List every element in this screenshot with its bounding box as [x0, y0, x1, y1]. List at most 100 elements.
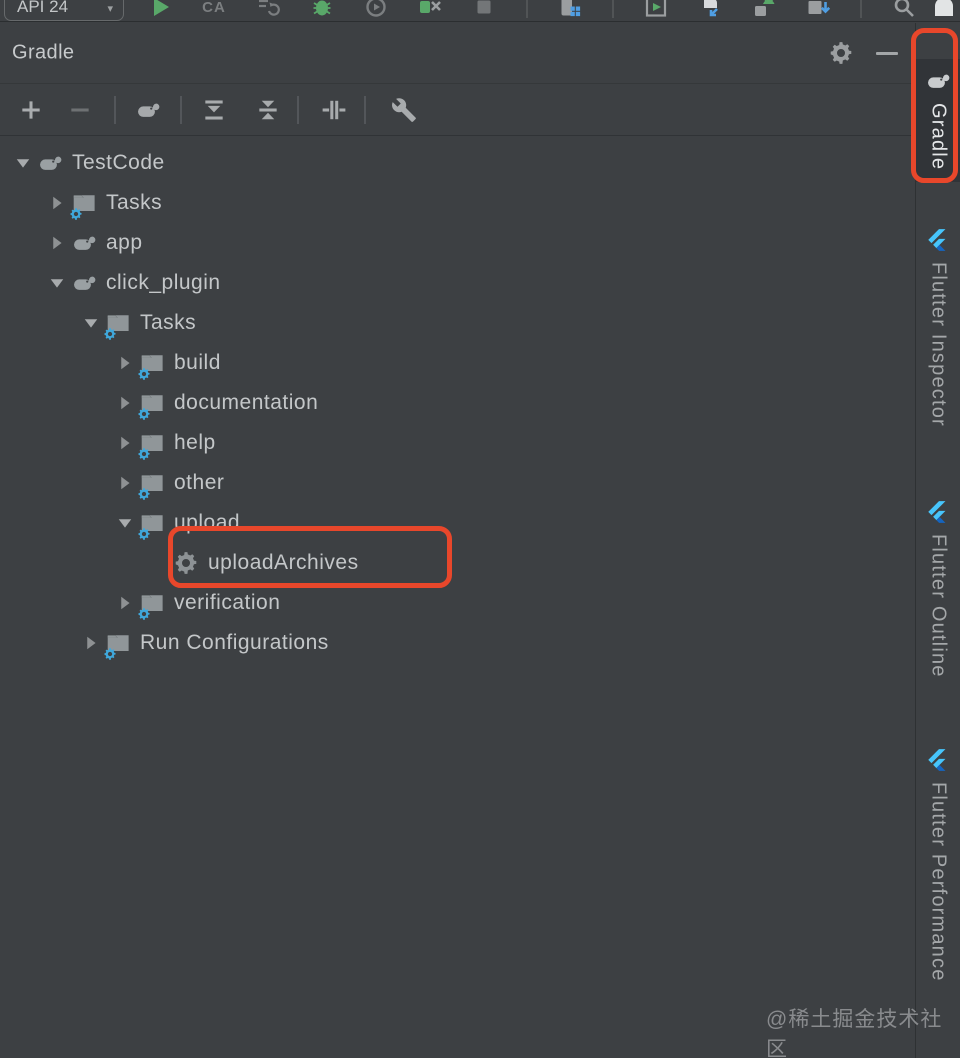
tree-item-click-plugin[interactable]: click_plugin	[0, 263, 915, 303]
toolbar-separator	[364, 96, 366, 124]
collapse-arrow-icon[interactable]	[112, 510, 138, 536]
device-manager-button[interactable]	[558, 0, 582, 21]
collapse-arrow-icon[interactable]	[78, 310, 104, 336]
attach-process-icon	[418, 0, 442, 19]
tool-window-tab-label: Flutter Performance	[927, 782, 950, 982]
expand-all-icon	[201, 97, 227, 123]
stop-button[interactable]	[472, 0, 496, 21]
sdk-manager-button[interactable]	[806, 0, 830, 21]
tree-item-other[interactable]: other	[0, 463, 915, 503]
minimize-button[interactable]	[874, 40, 900, 66]
apply-code-changes-icon	[256, 0, 280, 19]
expand-arrow-icon[interactable]	[44, 230, 70, 256]
tree-item-documentation[interactable]: documentation	[0, 383, 915, 423]
profiler-button[interactable]	[364, 0, 388, 21]
execute-gradle-task-button[interactable]	[134, 96, 162, 124]
tree-item-tasks[interactable]: Tasks	[0, 183, 915, 223]
attach-debugger-button[interactable]	[698, 0, 722, 21]
tasks-folder-icon	[138, 429, 166, 460]
gear-badge-icon	[137, 447, 151, 461]
gear-badge-icon	[137, 407, 151, 421]
search-icon	[892, 0, 916, 19]
tree-item-upload[interactable]: upload	[0, 503, 915, 543]
tree-item-verification[interactable]: verification	[0, 583, 915, 623]
attach-to-process-button[interactable]	[418, 0, 442, 21]
tree-item-label: other	[174, 471, 225, 494]
collapse-arrow-icon[interactable]	[10, 150, 36, 176]
apply-changes-button[interactable]: CA	[202, 0, 226, 21]
android-studio-window: API 24 ▾ CA Gradle TestCode Tasks app cl…	[0, 0, 960, 1058]
expand-arrow-icon[interactable]	[112, 430, 138, 456]
tree-item-run-configurations[interactable]: Run Configurations	[0, 623, 915, 663]
gradle-elephant-icon	[70, 229, 98, 257]
tree-item-build[interactable]: build	[0, 343, 915, 383]
flutter-logo-icon	[925, 747, 951, 773]
tree-item-label: documentation	[174, 391, 319, 414]
expand-arrow-icon[interactable]	[112, 590, 138, 616]
main-toolbar: API 24 ▾ CA	[0, 0, 960, 22]
expand-arrow-icon[interactable]	[44, 190, 70, 216]
wrench-icon	[391, 97, 417, 123]
layout-inspector-icon	[644, 0, 668, 19]
expand-arrow-icon[interactable]	[112, 390, 138, 416]
link-gradle-project-button[interactable]	[17, 96, 45, 124]
tree-item-testcode[interactable]: TestCode	[0, 143, 915, 183]
toolbar-separator	[297, 96, 299, 124]
collapse-all-icon	[255, 97, 281, 123]
gear-badge-icon	[137, 487, 151, 501]
gear-icon[interactable]	[828, 40, 854, 66]
tool-window-tab-label: Flutter Inspector	[927, 262, 950, 427]
tree-item-app[interactable]: app	[0, 223, 915, 263]
flutter-logo-icon	[925, 499, 951, 525]
tree-item-label: Run Configurations	[140, 631, 329, 654]
collapse-all-button[interactable]	[254, 96, 282, 124]
tool-window-tab-flutter-inspector[interactable]: Flutter Inspector	[916, 218, 960, 439]
toolbar-separator	[860, 0, 862, 18]
arrow-spacer	[146, 550, 172, 576]
avd-manager-button[interactable]	[752, 0, 776, 21]
run-button[interactable]	[148, 0, 172, 21]
tasks-folder-icon	[138, 389, 166, 420]
tree-item-label: app	[106, 231, 143, 254]
tree-item-label: TestCode	[72, 151, 165, 174]
expand-all-button[interactable]	[200, 96, 228, 124]
debug-icon	[310, 0, 334, 19]
gradle-tool-window: Gradle TestCode Tasks app click_plugin T…	[0, 23, 915, 1058]
tool-window-tab-gradle[interactable]: Gradle	[916, 59, 960, 183]
expand-arrow-icon[interactable]	[78, 630, 104, 656]
gradle-settings-wrench-button[interactable]	[390, 96, 418, 124]
tree-item-label: uploadArchives	[208, 551, 359, 574]
tree-item-label: build	[174, 351, 221, 374]
tree-item-help[interactable]: help	[0, 423, 915, 463]
tool-window-tab-label: Flutter Outline	[927, 534, 950, 678]
search-everywhere-button[interactable]	[892, 0, 916, 21]
gradle-panel-header: Gradle	[0, 23, 915, 84]
debug-button[interactable]	[310, 0, 334, 21]
minimize-icon	[876, 51, 898, 55]
tree-item-uploadarchives[interactable]: uploadArchives	[0, 543, 915, 583]
collapse-arrow-icon[interactable]	[44, 270, 70, 296]
device-selector-label: API 24	[17, 0, 69, 16]
device-selector-dropdown[interactable]: API 24 ▾	[4, 0, 124, 21]
tasks-folder-icon	[138, 509, 166, 540]
gear-badge-icon	[103, 647, 117, 661]
tree-item-label: upload	[174, 511, 241, 534]
gradle-elephant-icon	[70, 269, 98, 297]
device-manager-icon	[558, 0, 582, 19]
tool-window-tab-flutter-outline[interactable]: Flutter Outline	[916, 490, 960, 690]
apply-code-changes-button[interactable]	[256, 0, 280, 21]
tasks-folder-icon	[104, 309, 132, 340]
tree-item-label: Tasks	[106, 191, 163, 214]
tree-item-label: help	[174, 431, 216, 454]
tree-item-tasks[interactable]: Tasks	[0, 303, 915, 343]
expand-arrow-icon[interactable]	[112, 350, 138, 376]
chevron-down-icon: ▾	[107, 3, 113, 15]
tool-window-tab-flutter-performance[interactable]: Flutter Performance	[916, 738, 960, 994]
layout-inspector-button[interactable]	[644, 0, 668, 21]
profile-avatar[interactable]	[932, 0, 956, 21]
tasks-folder-icon	[138, 589, 166, 620]
toggle-offline-mode-button[interactable]	[320, 96, 348, 124]
unlink-gradle-project-button[interactable]	[66, 96, 94, 124]
gear-badge-icon	[137, 607, 151, 621]
expand-arrow-icon[interactable]	[112, 470, 138, 496]
